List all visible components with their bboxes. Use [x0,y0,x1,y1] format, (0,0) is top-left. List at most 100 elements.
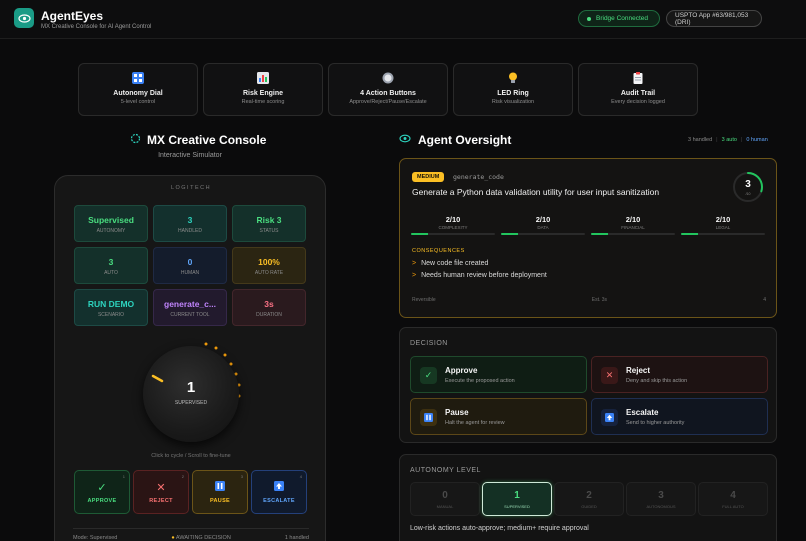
tile-status[interactable]: Risk 3 Status [232,205,306,242]
tile-scenario[interactable]: RUN DEMO Scenario [74,289,148,326]
risk-score: 3 [745,179,751,190]
console-divider [73,528,309,529]
level-label: Guided [581,504,597,509]
autonomy-level-3[interactable]: 3 Autonomous [626,482,696,516]
stat-human: 0 human [746,137,768,143]
footer-count: 4 [763,297,766,303]
console-title-text: MX Creative Console [147,133,267,147]
feature-card-audit-trail: Audit Trail Every decision logged [578,63,698,116]
metric-bar-fill [591,233,608,235]
button-label: ESCALATE [263,498,295,504]
bridge-status-label: Bridge Connected [596,15,649,22]
tile-current-tool[interactable]: generate_c... Current Tool [153,289,227,326]
level-label: Manual [436,504,454,509]
button-title: Pause [445,408,469,417]
button-desc: Deny and skip this action [626,378,688,384]
tile-value: generate_c... [164,299,216,309]
tile-value: 100% [258,257,280,267]
console-approve-button[interactable]: 1 ✓ APPROVE [74,470,130,514]
pending-action-card: MEDIUM generate_code Generate a Python d… [399,158,777,318]
oversight-title-text: Agent Oversight [418,133,512,147]
escalate-button[interactable]: Escalate Send to higher authority [591,398,768,435]
button-desc: Send to higher authority [626,420,685,426]
approve-button[interactable]: ✓ Approve Execute the proposed action [410,356,587,393]
feature-card-action-buttons: 4 Action Buttons Approve/Reject/Pause/Es… [328,63,448,116]
level-label: Full Auto [722,504,744,509]
button-number: 4 [299,474,302,479]
tile-label: Handled [178,228,202,234]
tile-human[interactable]: 0 Human [153,247,227,284]
feature-card-autonomy-dial: Autonomy Dial 5-level control [78,63,198,116]
arrow-up-icon [252,481,306,494]
dial-value: 1 [186,379,196,396]
risk-score-max: /10 [745,192,751,196]
level-number: 0 [442,490,448,501]
tile-auto[interactable]: 3 Auto [74,247,148,284]
console-device: LOGITECH Supervised Autonomy 3 Handled R… [54,175,326,541]
tile-label: Current Tool [170,312,210,318]
autonomy-level-2[interactable]: 2 Guided [554,482,624,516]
autonomy-dial-knob[interactable]: 1 SUPERVISED [143,346,239,442]
metric-data: 2/10 Data [501,215,585,235]
x-icon: ✕ [156,482,166,494]
feature-card-risk-engine: Risk Engine Real-time scoring [203,63,323,116]
button-desc: Execute the proposed action [445,378,515,384]
arrow-up-icon [601,409,618,426]
pause-icon [193,481,247,494]
button-number: 1 [122,474,125,479]
level-label: Autonomous [646,504,676,509]
consequence-text: Needs human review before deployment [421,272,547,279]
metric-financial: 2/10 Financial [591,215,675,235]
feature-title: Audit Trail [620,90,656,97]
reject-button[interactable]: ✕ Reject Deny and skip this action [591,356,768,393]
metric-bar-fill [411,233,428,235]
level-number: 2 [586,490,592,501]
brand-label: LOGITECH [170,185,212,191]
tile-handled[interactable]: 3 Handled [153,205,227,242]
level-number: 3 [658,490,664,501]
feature-subtitle: Approve/Reject/Pause/Escalate [349,99,427,105]
bridge-status-badge: Bridge Connected [578,10,660,27]
metric-value: 2/10 [535,215,551,224]
eye-logo-icon [14,8,34,28]
level-label: Supervised [504,504,530,509]
patent-badge[interactable]: USPTO App #63/981,053 (DRI) [666,10,762,27]
feature-card-led-ring: LED Ring Risk visualization [453,63,573,116]
tile-label: Auto Rate [254,270,284,276]
console-escalate-button[interactable]: 4 ESCALATE [251,470,307,514]
decision-status-text: AWAITING DECISION [175,535,231,541]
autonomy-level-0[interactable]: 0 Manual [410,482,480,516]
feature-title: Autonomy Dial [113,90,163,97]
patent-label: USPTO App #63/981,053 (DRI) [675,11,749,26]
tile-autonomy[interactable]: Supervised Autonomy [74,205,148,242]
tile-duration[interactable]: 3s Duration [232,289,306,326]
consequence-text: New code file created [421,260,489,267]
dial-label: SUPERVISED [174,400,208,406]
tile-label: Auto [104,270,118,276]
decision-title: DECISION [410,340,448,347]
consequences-title: CONSEQUENCES [412,248,465,254]
estimate-label: Est. 3s [591,297,608,303]
autonomy-level-4[interactable]: 4 Full Auto [698,482,768,516]
chevron-right-icon: > [412,260,417,267]
tile-label: Autonomy [96,228,126,234]
feature-title: Risk Engine [242,90,284,97]
tile-value: 3 [108,257,114,267]
tile-label: Human [180,270,200,276]
metric-value: 2/10 [445,215,461,224]
button-number: 2 [181,474,184,479]
tool-name: generate_code [453,173,504,181]
feature-subtitle: Real-time scoring [241,99,285,105]
metric-label: Complexity [438,225,468,230]
tile-auto-rate[interactable]: 100% Auto Rate [232,247,306,284]
button-title: Reject [626,366,651,375]
pause-button[interactable]: Pause Halt the agent for review [410,398,587,435]
gamepad-icon [130,133,141,147]
button-label: REJECT [149,498,173,504]
oversight-stats: 3 handled | 3 auto | 0 human [688,137,768,143]
autonomy-level-1[interactable]: 1 Supervised [482,482,552,516]
console-pause-button[interactable]: 3 PAUSE [192,470,248,514]
console-subtitle: Interactive Simulator [158,152,222,159]
console-reject-button[interactable]: 2 ✕ REJECT [133,470,189,514]
clipboard-icon [579,72,697,86]
